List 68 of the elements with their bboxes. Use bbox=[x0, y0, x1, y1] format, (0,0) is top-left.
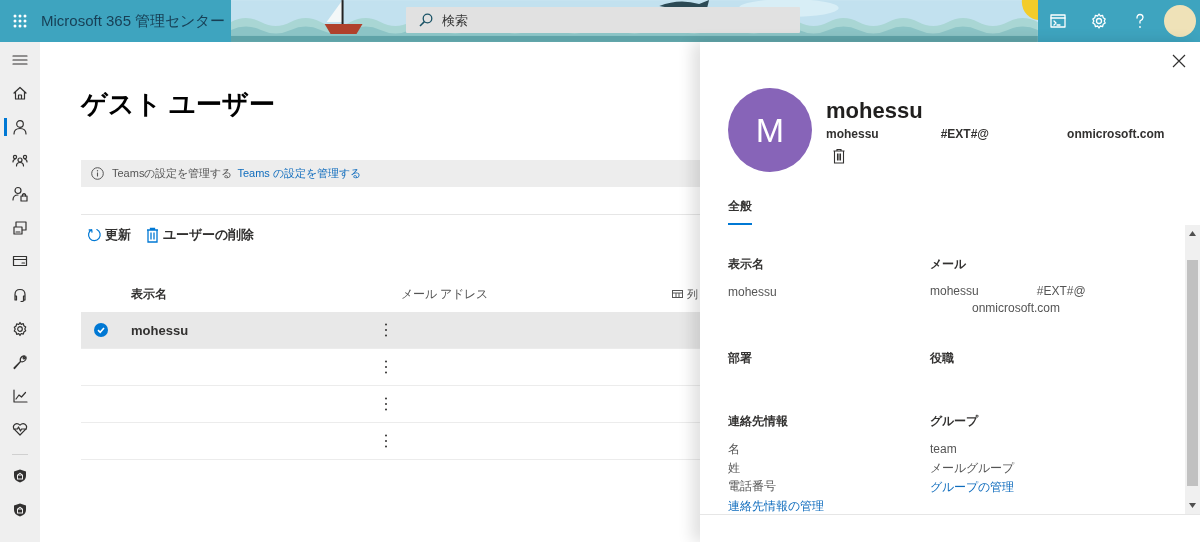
field-value: mohessu bbox=[728, 285, 777, 299]
more-options-icon[interactable] bbox=[384, 322, 388, 338]
field-value: onmicrosoft.com bbox=[972, 301, 1061, 315]
search-field[interactable]: 検索 bbox=[406, 7, 801, 33]
field-label: 連絡先情報 bbox=[728, 414, 789, 429]
checkmark-icon[interactable] bbox=[94, 323, 108, 337]
field-label: 役職 bbox=[930, 351, 955, 366]
heart-pulse-icon bbox=[12, 421, 28, 438]
field-label: グループ bbox=[930, 414, 980, 429]
more-options-icon[interactable] bbox=[384, 433, 388, 449]
field-label: 部署 bbox=[728, 351, 753, 366]
wrench-icon bbox=[12, 354, 28, 371]
field-value: 名 bbox=[728, 442, 740, 456]
field-value: team bbox=[930, 442, 957, 456]
column-header[interactable]: 表示名 bbox=[121, 286, 371, 303]
field-label: 表示名 bbox=[728, 257, 765, 272]
refresh-icon bbox=[87, 227, 102, 243]
field-label: メール bbox=[930, 257, 967, 272]
manage-link[interactable]: 連絡先情報の管理 bbox=[728, 497, 824, 514]
home-icon bbox=[12, 85, 28, 102]
info-icon bbox=[91, 167, 104, 180]
more-options-icon[interactable] bbox=[384, 359, 388, 375]
search-icon bbox=[419, 13, 434, 27]
email-text: #EXT#@ bbox=[940, 126, 990, 142]
table-row[interactable]: mohessu bbox=[81, 312, 700, 349]
field-value: 電話番号 bbox=[728, 479, 776, 493]
email-text: onmicrosoft.com bbox=[1067, 126, 1165, 142]
field-value: メールグループ bbox=[930, 460, 1014, 475]
field-value: #EXT#@ bbox=[1036, 283, 1086, 300]
devices-icon bbox=[12, 219, 28, 236]
column-options-button[interactable]: 列 bbox=[672, 287, 698, 302]
scrollbar[interactable] bbox=[1185, 225, 1200, 514]
column-header[interactable]: メール アドレス bbox=[401, 286, 641, 303]
terminal-icon[interactable] bbox=[1049, 12, 1068, 30]
scroll-thumb[interactable] bbox=[1187, 260, 1198, 486]
scroll-up-icon[interactable] bbox=[1189, 231, 1196, 236]
app-title: Microsoft 365 管理センター bbox=[41, 11, 226, 31]
delete-button[interactable] bbox=[832, 148, 846, 164]
line-chart-icon bbox=[12, 387, 28, 404]
user-name: mohessu bbox=[826, 98, 924, 124]
scroll-down-icon[interactable] bbox=[1189, 503, 1196, 508]
shield-icon bbox=[12, 501, 28, 518]
headset-icon bbox=[12, 286, 28, 303]
shield-icon bbox=[12, 467, 28, 484]
person-lock-icon bbox=[12, 186, 28, 203]
settings-icon[interactable] bbox=[1090, 12, 1108, 30]
avatar: M bbox=[728, 88, 812, 172]
app-launcher-icon[interactable] bbox=[13, 14, 27, 28]
field-value: 姓 bbox=[728, 460, 740, 475]
trash-icon bbox=[832, 148, 846, 164]
field-value: mohessu bbox=[930, 283, 979, 300]
settings-icon bbox=[12, 320, 28, 337]
manage-link[interactable]: グループの管理 bbox=[930, 479, 1014, 495]
trash-icon bbox=[145, 227, 160, 243]
refresh-button[interactable]: 更新 bbox=[81, 220, 139, 250]
more-options-icon[interactable] bbox=[384, 396, 388, 412]
notice-text: Teamsの設定を管理する bbox=[112, 166, 233, 181]
notice-link[interactable]: Teams の設定を管理する bbox=[237, 166, 361, 181]
columns-icon bbox=[672, 289, 683, 300]
table-cell: mohessu bbox=[131, 322, 189, 338]
tab[interactable]: 全般 bbox=[728, 198, 752, 225]
delete-user-button[interactable]: ユーザーの削除 bbox=[139, 220, 262, 250]
close-icon bbox=[1172, 54, 1186, 68]
email-text: mohessu bbox=[826, 126, 879, 142]
close-button[interactable] bbox=[1172, 54, 1186, 68]
person-icon bbox=[12, 119, 28, 135]
page-title: ゲスト ユーザー bbox=[81, 88, 276, 121]
people-icon bbox=[12, 152, 28, 169]
